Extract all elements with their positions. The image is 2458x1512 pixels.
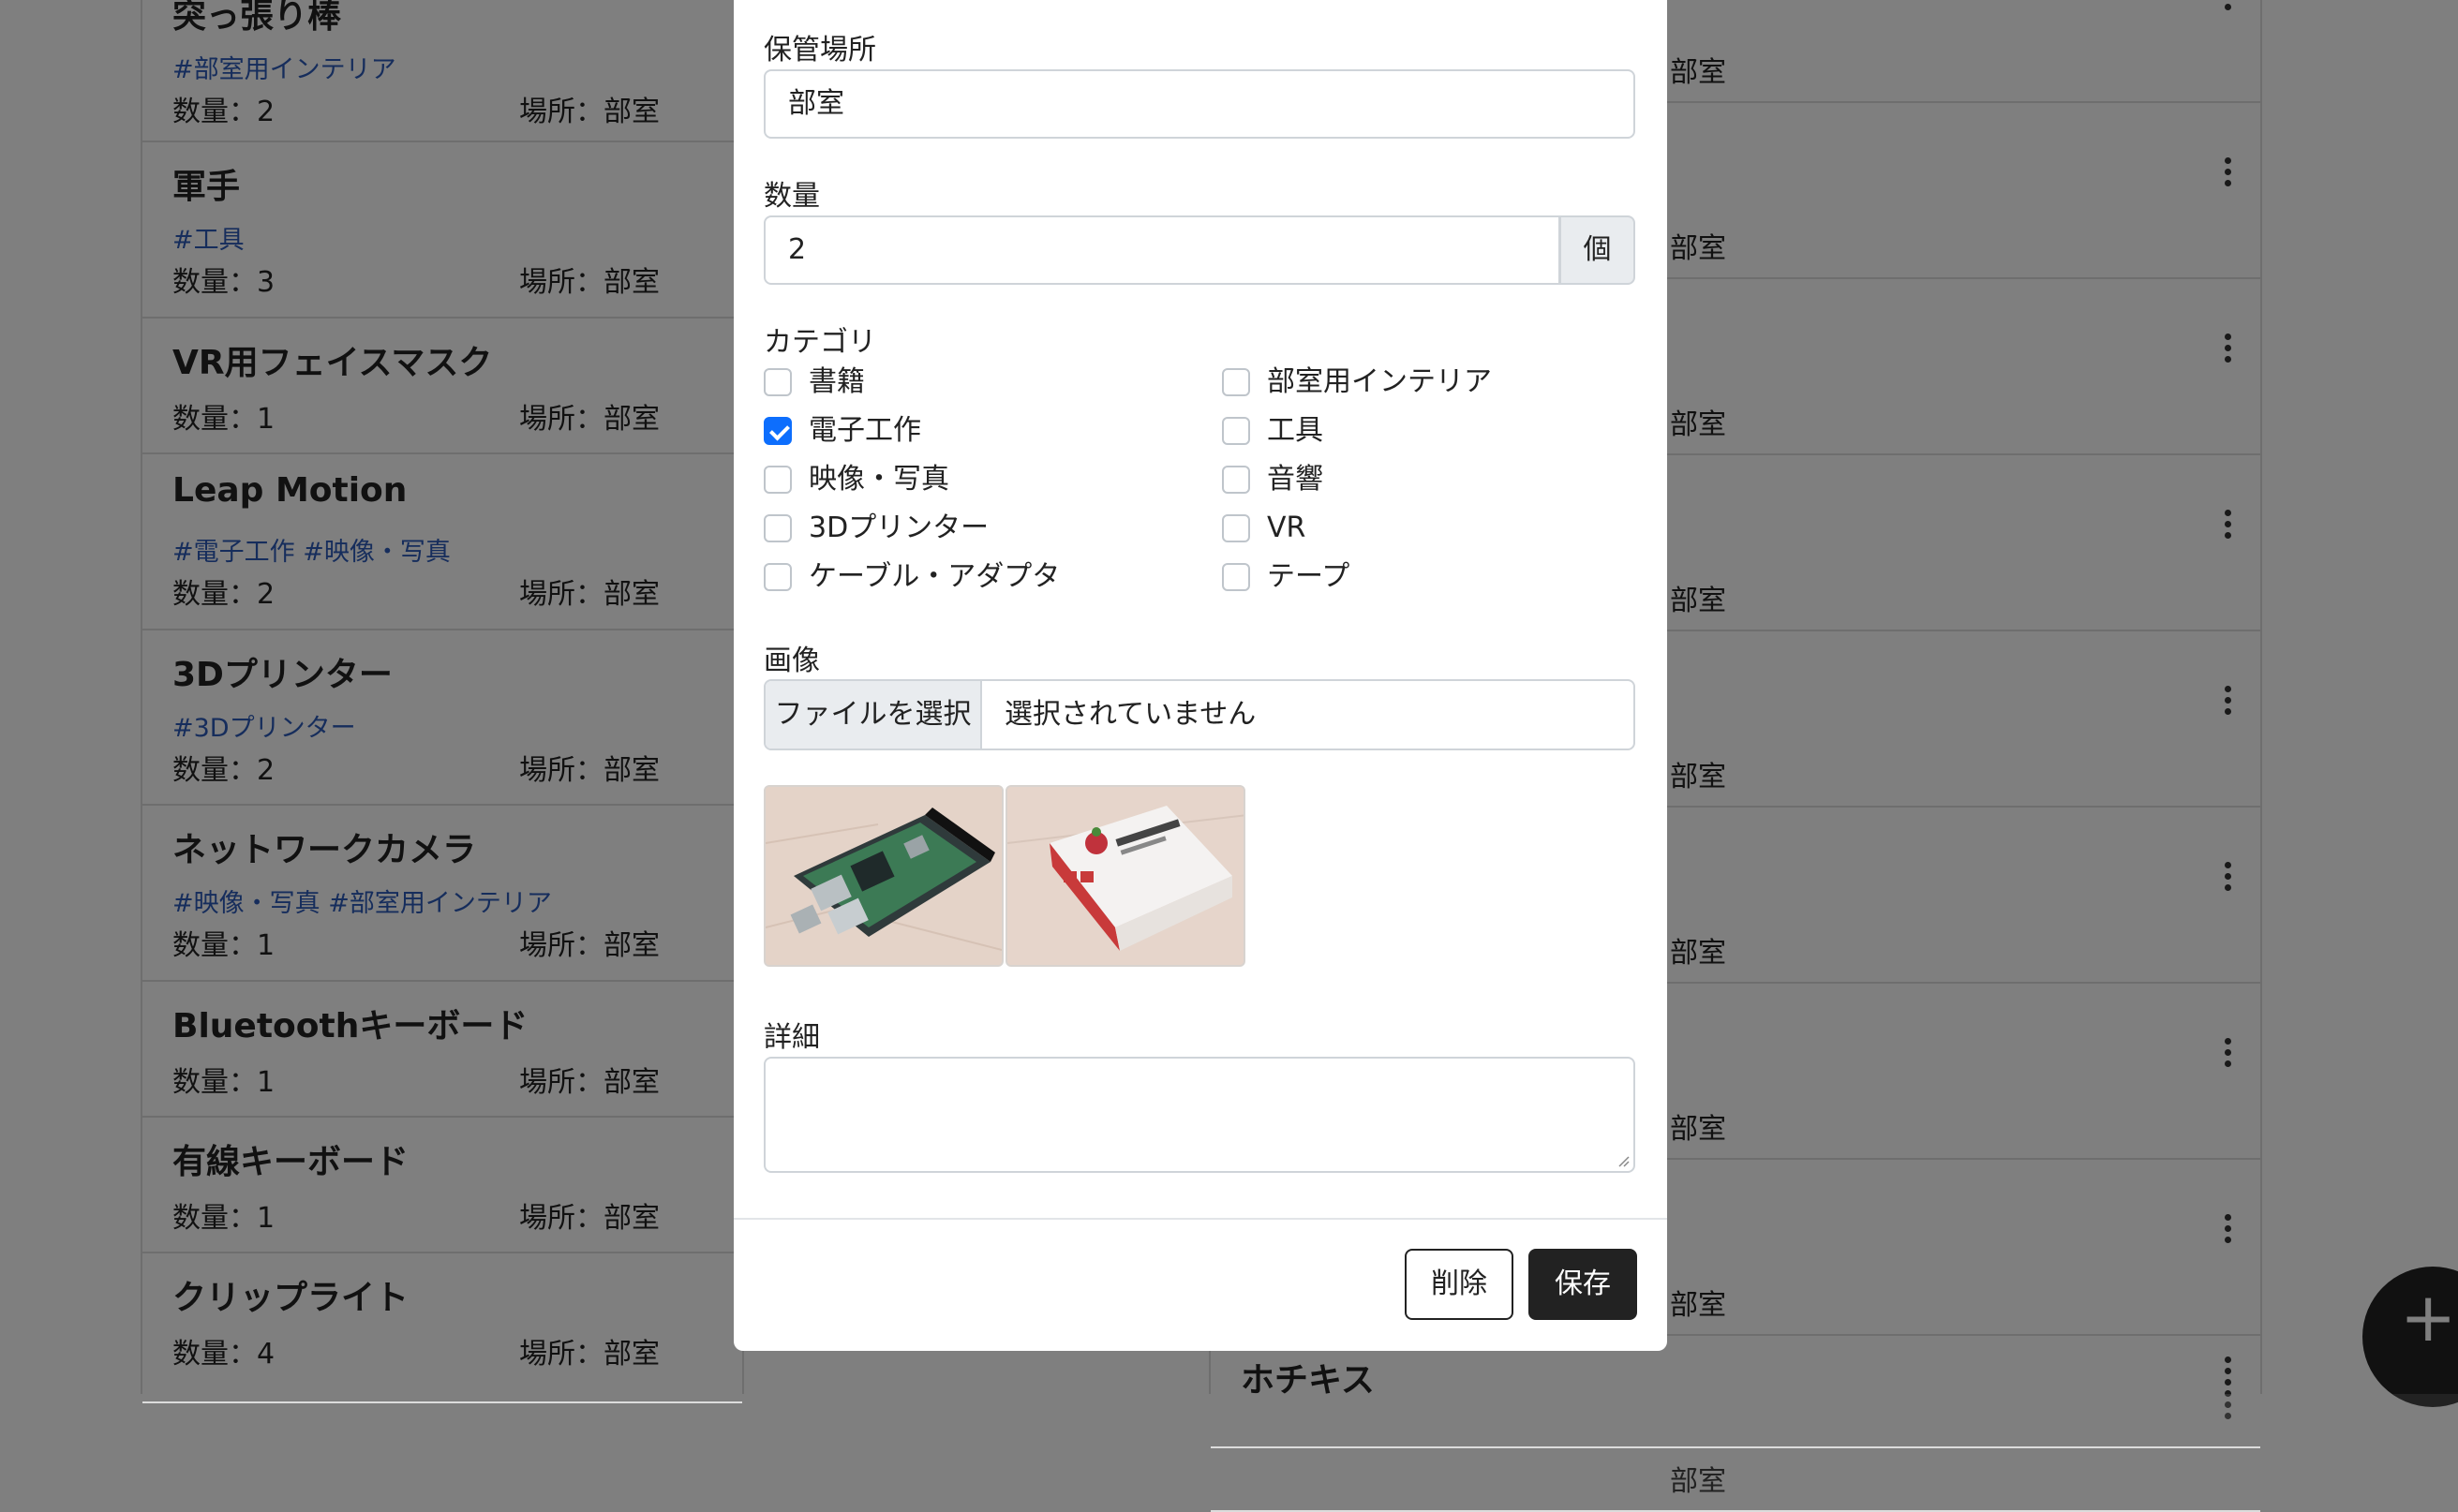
storage-input[interactable]: 部室: [764, 69, 1635, 139]
category-label-text: 音響: [1267, 463, 1323, 496]
category-label-text: 3Dプリンター: [809, 511, 990, 544]
category-label-text: 部室用インテリア: [1267, 365, 1492, 398]
checkbox-icon[interactable]: [1222, 417, 1250, 445]
checkbox-icon[interactable]: [1222, 368, 1250, 396]
storage-label: 保管場所: [764, 34, 876, 67]
category-label-text: 書籍: [809, 365, 865, 398]
choose-file-button[interactable]: ファイルを選択: [766, 681, 982, 749]
image-thumbnail[interactable]: [764, 785, 1004, 967]
category-label-text: 映像・写真: [809, 463, 949, 496]
save-button[interactable]: 保存: [1528, 1249, 1637, 1320]
checkbox-icon[interactable]: [764, 466, 792, 494]
checkbox-checked-icon[interactable]: [764, 417, 792, 445]
checkbox-icon[interactable]: [1222, 563, 1250, 591]
image-label: 画像: [764, 645, 820, 677]
category-label-text: 電子工作: [809, 414, 921, 447]
checkbox-icon[interactable]: [1222, 514, 1250, 542]
detail-textarea[interactable]: [764, 1057, 1635, 1173]
checkbox-icon[interactable]: [764, 368, 792, 396]
checkbox-icon[interactable]: [764, 563, 792, 591]
category-label-text: テープ: [1267, 560, 1350, 593]
file-status: 選択されていません: [1005, 698, 1257, 731]
image-thumbnail[interactable]: [1006, 785, 1245, 967]
image-file-input[interactable]: ファイルを選択 選択されていません: [764, 679, 1635, 750]
product-box-photo-icon: [1007, 787, 1244, 965]
delete-button[interactable]: 削除: [1405, 1249, 1513, 1320]
quantity-input[interactable]: 2: [764, 215, 1560, 285]
category-label-text: ケーブル・アダプタ: [809, 560, 1061, 593]
category-label-text: 工具: [1267, 414, 1323, 447]
detail-label: 詳細: [764, 1021, 820, 1054]
checkbox-icon[interactable]: [1222, 466, 1250, 494]
category-label-text: VR: [1267, 511, 1306, 544]
checkbox-icon[interactable]: [764, 514, 792, 542]
circuit-board-photo-icon: [766, 787, 1002, 965]
resize-grip-icon[interactable]: [1615, 1152, 1630, 1167]
quantity-unit: 個: [1559, 215, 1635, 285]
modal-footer-divider: [734, 1218, 1667, 1220]
category-label: カテゴリ: [764, 326, 876, 359]
item-location: 部室: [1670, 1465, 1726, 1498]
edit-item-modal: 保管場所 部室 数量 2 個 カテゴリ 書籍 部室用インテリア電子工作 工具映像・写…: [734, 0, 1667, 1351]
quantity-label: 数量: [764, 180, 820, 213]
